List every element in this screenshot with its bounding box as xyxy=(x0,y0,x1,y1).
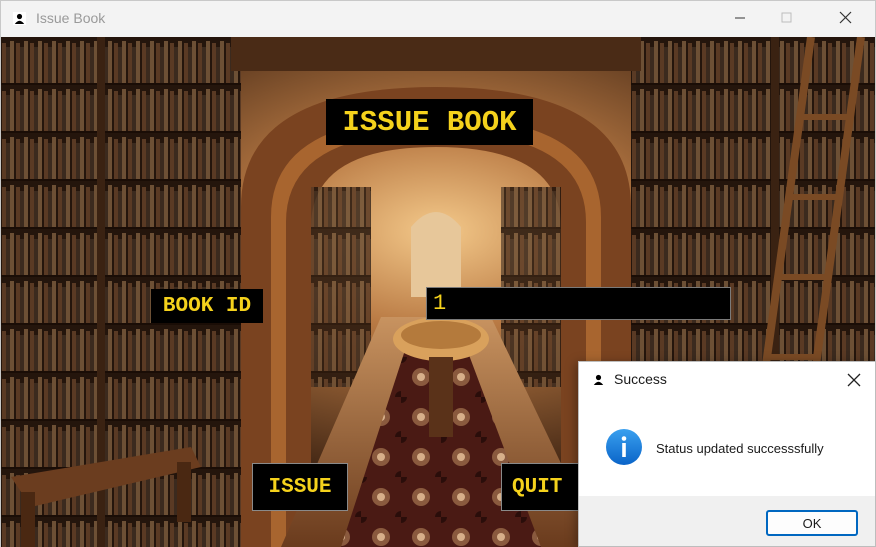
book-id-label: BOOK ID xyxy=(151,289,263,323)
app-icon xyxy=(13,12,26,25)
dialog-body: Status updated successsfully xyxy=(579,398,875,496)
dialog-footer: OK xyxy=(579,496,875,546)
maximize-button[interactable] xyxy=(763,1,809,35)
title-bar[interactable]: Issue Book xyxy=(1,1,875,37)
info-icon xyxy=(606,429,642,465)
book-id-input[interactable] xyxy=(426,287,731,320)
dialog-title-bar[interactable]: Success xyxy=(579,362,875,398)
ok-button[interactable]: OK xyxy=(766,510,858,536)
dialog-title: Success xyxy=(614,371,667,387)
success-dialog: Success Status updated successsfully OK xyxy=(578,361,876,547)
close-button[interactable] xyxy=(821,1,867,35)
dialog-close-icon[interactable] xyxy=(841,368,867,392)
page-heading: ISSUE BOOK xyxy=(326,99,533,145)
dialog-message: Status updated successsfully xyxy=(656,441,824,456)
window-title: Issue Book xyxy=(36,10,106,26)
issue-button[interactable]: ISSUE xyxy=(252,463,348,511)
minimize-button[interactable] xyxy=(717,1,763,35)
dialog-app-icon xyxy=(592,373,605,386)
